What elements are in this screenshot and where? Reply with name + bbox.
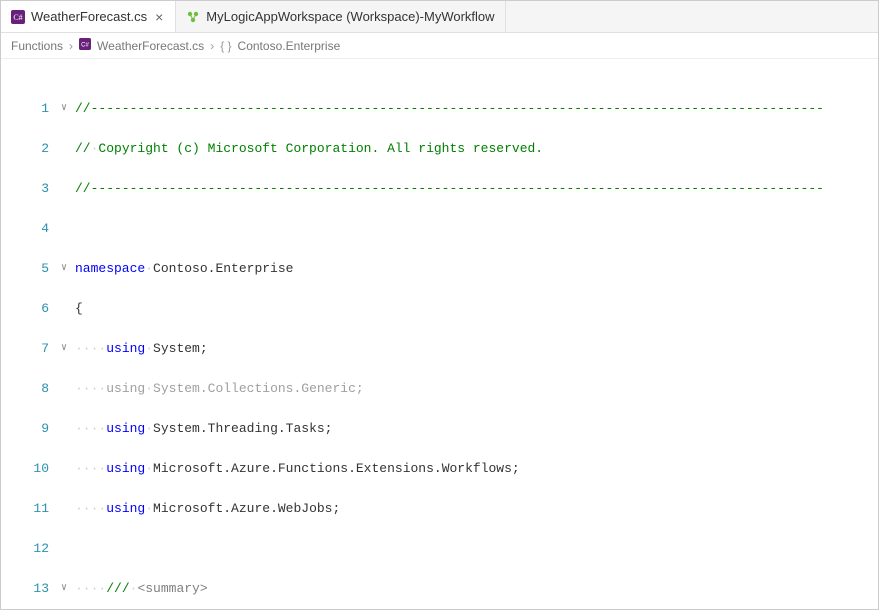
fold-icon[interactable]: ∨ <box>57 99 71 119</box>
svg-text:C#: C# <box>81 43 89 49</box>
tab-workflow[interactable]: MyLogicAppWorkspace (Workspace)-MyWorkfl… <box>176 1 505 32</box>
close-icon[interactable]: × <box>153 9 165 25</box>
breadcrumb-root[interactable]: Functions <box>11 39 63 53</box>
breadcrumb-file[interactable]: WeatherForecast.cs <box>97 39 204 53</box>
fold-icon[interactable]: ∨ <box>57 579 71 599</box>
chevron-right-icon: › <box>69 39 73 53</box>
breadcrumb[interactable]: Functions › C# WeatherForecast.cs › { } … <box>1 33 878 59</box>
csharp-icon: C# <box>79 38 91 53</box>
code-editor[interactable]: 1∨//------------------------------------… <box>1 59 878 609</box>
fold-icon[interactable]: ∨ <box>57 259 71 279</box>
tab-label: MyLogicAppWorkspace (Workspace)-MyWorkfl… <box>206 9 494 24</box>
tab-bar: C# WeatherForecast.cs × MyLogicAppWorksp… <box>1 1 878 33</box>
workflow-icon <box>186 10 200 24</box>
breadcrumb-namespace[interactable]: Contoso.Enterprise <box>238 39 341 53</box>
fold-icon[interactable]: ∨ <box>57 339 71 359</box>
svg-text:C#: C# <box>13 13 22 22</box>
namespace-icon: { } <box>220 39 231 53</box>
chevron-right-icon: › <box>210 39 214 53</box>
tab-weatherforecast[interactable]: C# WeatherForecast.cs × <box>1 1 176 32</box>
tab-label: WeatherForecast.cs <box>31 9 147 24</box>
csharp-icon: C# <box>11 10 25 24</box>
